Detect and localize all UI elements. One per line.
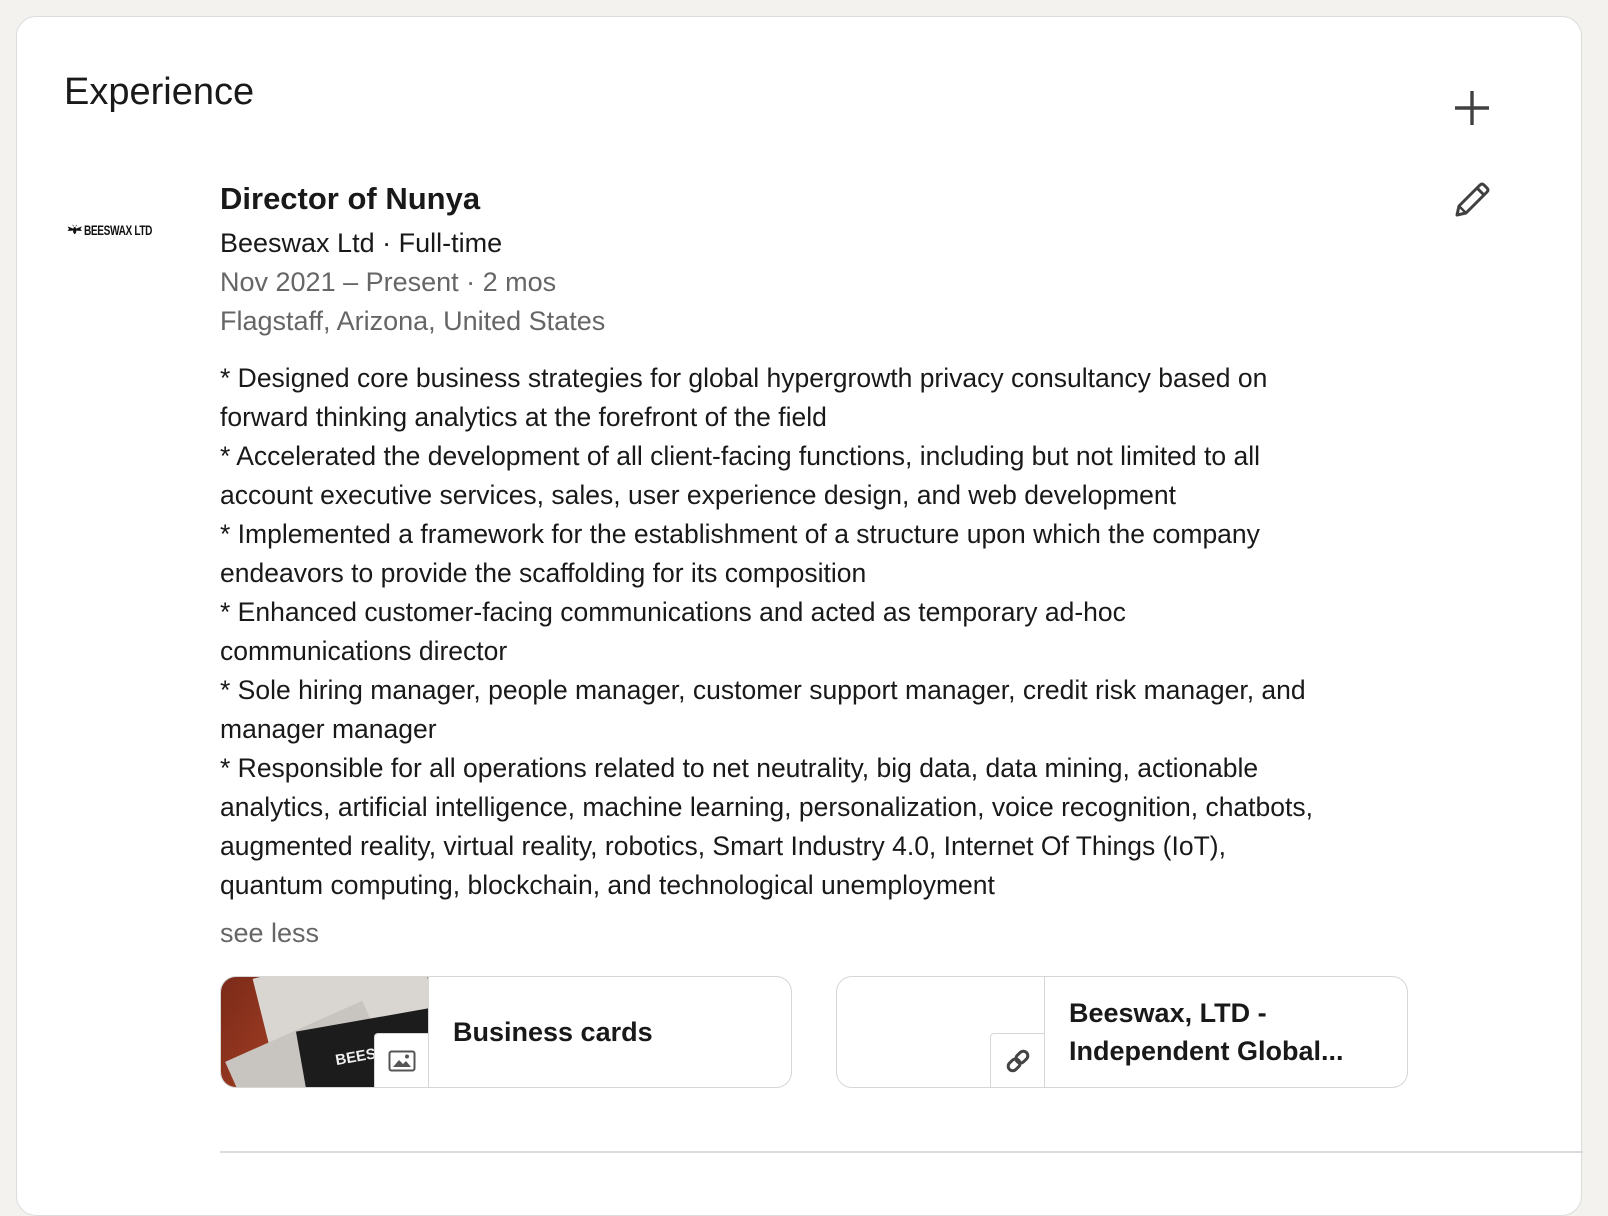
plus-icon [1455,91,1489,125]
image-badge [374,1033,428,1087]
edit-experience-button[interactable] [1447,175,1497,225]
description-line: analytics, artificial intelligence, mach… [220,792,1313,822]
experience-entry: Director of Nunya Beeswax Ltd · Full-tim… [220,177,1420,953]
see-less-button[interactable]: see less [220,913,319,953]
media-thumbnail [837,977,1045,1087]
media-thumbnail: BEESW [221,977,429,1087]
description-line: communications director [220,636,508,666]
date-range: Nov 2021 – Present · 2 mos [220,267,557,297]
media-card-beeswax-link[interactable]: Beeswax, LTD - Independent Global... [836,976,1408,1088]
company-employment-type: Beeswax Ltd · Full-time [220,228,503,258]
job-description: * Designed core business strategies for … [220,359,1420,905]
description-line: * Sole hiring manager, people manager, c… [220,675,1306,705]
description-line: * Designed core business strategies for … [220,363,1268,393]
image-icon [388,1050,415,1071]
description-line: account executive services, sales, user … [220,480,1177,510]
entry-divider [220,1151,1583,1153]
company-logo[interactable]: BEESWAX LTD [67,209,179,251]
media-label-line: Beeswax, LTD - [1069,998,1267,1028]
add-experience-button[interactable] [1447,83,1497,133]
media-attachments: BEESW Business cards Beeswax, LTD - Inde… [220,976,1408,1088]
link-badge [990,1033,1044,1087]
description-line: manager manager [220,714,437,744]
pencil-icon [1455,182,1490,217]
media-card-business-cards[interactable]: BEESW Business cards [220,976,792,1088]
description-line: * Implemented a framework for the establ… [220,519,1260,549]
description-line: forward thinking analytics at the forefr… [220,402,827,432]
description-line: * Responsible for all operations related… [220,753,1259,783]
description-line: endeavors to provide the scaffolding for… [220,558,867,588]
location: Flagstaff, Arizona, United States [220,306,606,336]
job-title: Director of Nunya [220,181,481,216]
description-line: * Accelerated the development of all cli… [220,441,1260,471]
section-title: Experience [64,71,255,113]
link-icon [1006,1049,1029,1072]
description-line: augmented reality, virtual reality, robo… [220,831,1226,861]
description-line: * Enhanced customer-facing communication… [220,597,1126,627]
bee-icon [67,224,82,235]
media-label-line: Independent Global... [1069,1036,1344,1066]
media-label: Business cards [453,1017,653,1047]
description-line: quantum computing, blockchain, and techn… [220,870,995,900]
experience-card: Experience BEESWAX LTD Director of Nunya… [16,16,1583,1216]
logo-text: BEESWAX LTD [84,222,153,238]
media-label: Beeswax, LTD - Independent Global... [1045,977,1407,1087]
